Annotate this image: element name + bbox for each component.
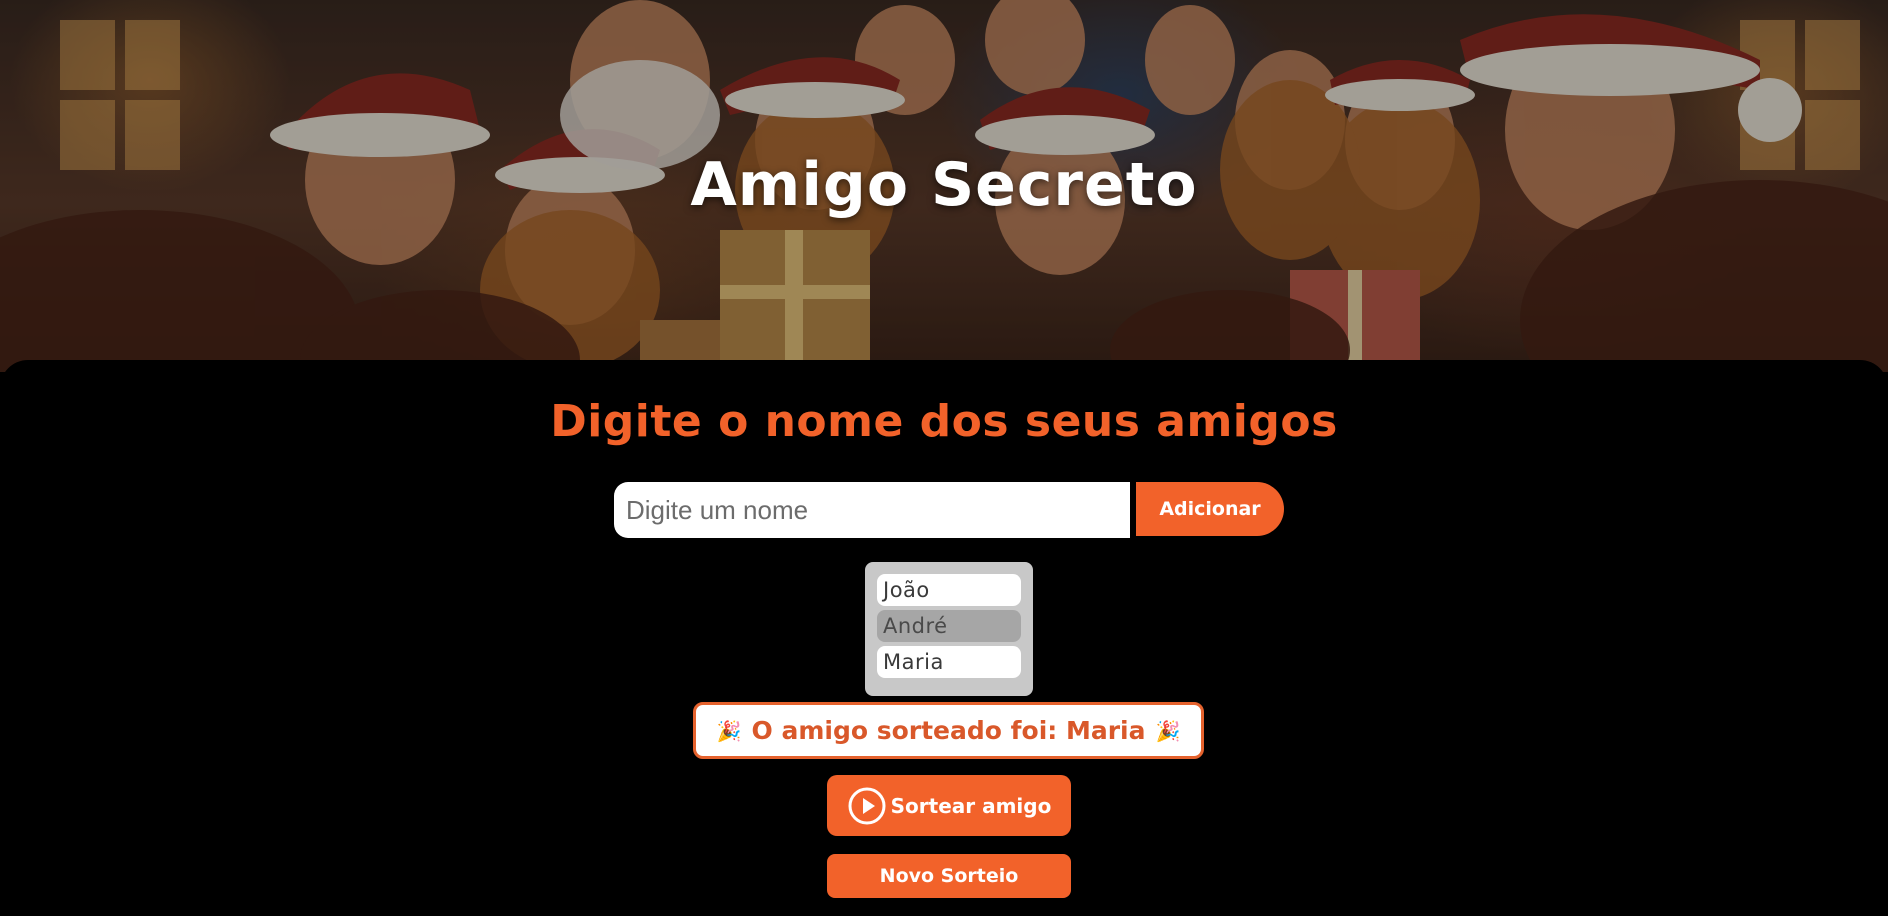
header-banner: Amigo Secreto bbox=[0, 0, 1888, 372]
page-title: Amigo Secreto bbox=[690, 150, 1198, 220]
play-circle-icon bbox=[848, 787, 886, 824]
party-popper-icon: 🎉 bbox=[1155, 718, 1181, 743]
draw-friend-button[interactable]: Sortear amigo bbox=[827, 775, 1071, 836]
draw-result: 🎉 O amigo sorteado foi: Maria 🎉 bbox=[693, 702, 1204, 759]
add-button[interactable]: Adicionar bbox=[1136, 482, 1284, 536]
friend-list-item[interactable]: Maria bbox=[877, 646, 1021, 678]
draw-friend-label: Sortear amigo bbox=[890, 793, 1052, 818]
add-friend-form: Adicionar bbox=[614, 482, 1284, 538]
new-draw-button[interactable]: Novo Sorteio bbox=[827, 854, 1071, 898]
party-popper-icon: 🎉 bbox=[716, 718, 742, 743]
friend-list-item[interactable]: João bbox=[877, 574, 1021, 606]
friend-list-item[interactable]: André bbox=[877, 610, 1021, 642]
friend-name-input[interactable] bbox=[614, 482, 1130, 538]
draw-result-text: O amigo sorteado foi: Maria bbox=[751, 716, 1146, 745]
friends-list: João André Maria bbox=[865, 562, 1033, 696]
section-subtitle: Digite o nome dos seus amigos bbox=[550, 396, 1338, 447]
